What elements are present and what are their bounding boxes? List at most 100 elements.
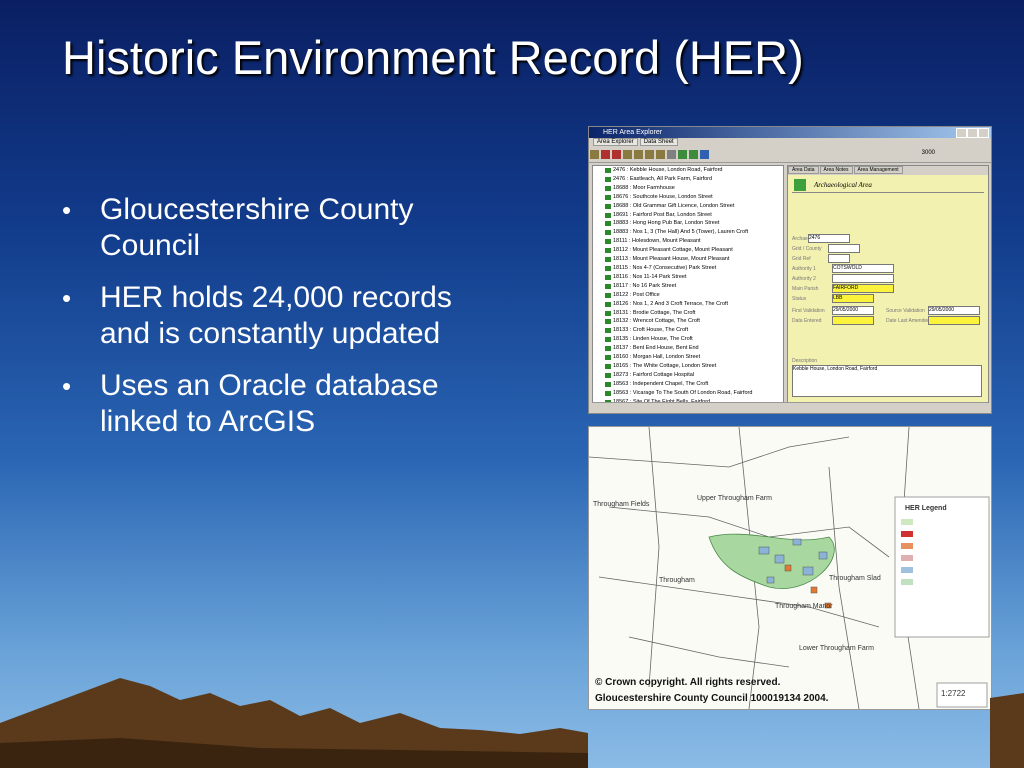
print-icon[interactable]	[656, 150, 665, 159]
bullet-dot-icon: •	[62, 283, 72, 313]
tree-item[interactable]: 2476 : Eastleach, All Park Farm, Fairfor…	[593, 175, 783, 184]
map-label: Througham Slad	[829, 575, 881, 582]
tree-item[interactable]: 18126 : Nos 1, 2 And 3 Croft Terrace, Th…	[593, 300, 783, 309]
bullet-dot-icon: •	[62, 195, 72, 225]
field-value[interactable]: COTSWOLD	[832, 264, 894, 273]
field-label: First Validation	[792, 308, 825, 314]
bullet-list: • Gloucestershire County Council • HER hol…	[62, 192, 462, 456]
tree-item[interactable]: 18131 : Brodie Cottage, The Croft	[593, 309, 783, 318]
her-explorer-window: HER Area Explorer Area Explorer Data Shee…	[588, 126, 992, 414]
slide: Historic Environment Record (HER) • Glouc…	[0, 0, 1024, 768]
tree-item[interactable]: 18883 : Nos 1, 3 (The Hall) And 5 (Tower…	[593, 228, 783, 237]
bullet-text: Gloucestershire County Council	[100, 193, 414, 262]
field-label: Grid / County	[792, 246, 822, 252]
field-label: Source Validation	[886, 308, 925, 314]
record-tree[interactable]: 2476 : Kebble House, London Road, Fairfo…	[592, 165, 784, 403]
tab-data-sheet[interactable]: Data Sheet	[639, 138, 678, 146]
open-icon[interactable]	[590, 150, 599, 159]
panel-header-title: Archaeological Area	[814, 181, 872, 189]
status-bar	[592, 402, 987, 412]
refresh-icon[interactable]	[678, 150, 687, 159]
field-value[interactable]	[928, 316, 980, 325]
bullet-item: • Gloucestershire County Council	[62, 192, 462, 264]
maximize-icon[interactable]	[967, 128, 978, 138]
filter-icon[interactable]	[689, 150, 698, 159]
tree-item[interactable]: 18165 : The White Cottage, London Street	[593, 362, 783, 371]
paste-icon[interactable]	[645, 150, 654, 159]
tree-item[interactable]: 18563 : Independent Chapel, The Croft	[593, 380, 783, 389]
tree-item[interactable]: 18137 : Bent End House, Bent End	[593, 344, 783, 353]
tree-item[interactable]: 18116 : Nos 11-14 Park Street	[593, 273, 783, 282]
field-label: Authority 1	[792, 266, 816, 272]
tab-area-data[interactable]: Area Data	[788, 166, 819, 174]
field-value[interactable]: 2476	[808, 234, 850, 243]
tree-item[interactable]: 18160 : Morgan Hall, London Street	[593, 353, 783, 362]
field-label: Date Last Amended	[886, 318, 930, 324]
map-label: Upper Througham Farm	[697, 495, 772, 502]
tree-item[interactable]: 18688 : Moor Farmhouse	[593, 184, 783, 193]
field-value[interactable]: 29/05/2000	[928, 306, 980, 315]
tree-item[interactable]: 18688 : Old Grammar Gift Licence, London…	[593, 202, 783, 211]
bullet-text: Uses an Oracle database linked to ArcGIS	[100, 369, 439, 438]
description-field[interactable]: Kebble House, London Road, Fairford	[792, 365, 982, 397]
field-value[interactable]: FAIRFORD	[832, 284, 894, 293]
map-label: Througham	[659, 577, 695, 584]
field-value[interactable]	[832, 316, 874, 325]
tree-item[interactable]: 18112 : Mount Pleasant Cottage, Mount Pl…	[593, 246, 783, 255]
tree-item[interactable]: 18111 : Holesdown, Mount Pleasant	[593, 237, 783, 246]
close-icon[interactable]	[978, 128, 989, 138]
tree-item[interactable]: 18115 : Nos 4-7 (Consecutive) Park Stree…	[593, 264, 783, 273]
field-label: Data Entered	[792, 318, 822, 324]
tree-item[interactable]: 18132 : Wrencot Cottage, The Croft	[593, 317, 783, 326]
tree-item[interactable]: 18691 : Fairford Post Bar, London Street	[593, 211, 783, 220]
tree-item[interactable]: 18133 : Croft House, The Croft	[593, 326, 783, 335]
field-label: Main Parish	[792, 286, 819, 292]
back-icon[interactable]	[601, 150, 610, 159]
bullet-item: • HER holds 24,000 records and is constan…	[62, 280, 462, 352]
toolbar: 3000	[589, 148, 991, 163]
tree-item[interactable]: 18135 : Linden House, The Croft	[593, 335, 783, 344]
record-count: 3000	[921, 150, 935, 156]
tree-item[interactable]: 18122 : Post Office	[593, 291, 783, 300]
field-value[interactable]	[828, 244, 860, 253]
tree-item[interactable]: 18563 : Vicarage To The South Of London …	[593, 389, 783, 398]
panel-tabs: Area Data Area Notes Area Management	[788, 166, 988, 175]
tree-item[interactable]: 18117 : No 16 Park Street	[593, 282, 783, 291]
description-label: Description	[792, 358, 818, 364]
forward-icon[interactable]	[612, 150, 621, 159]
area-icon	[794, 179, 806, 191]
field-value[interactable]: LBB	[832, 294, 874, 303]
record-detail-panel: Area Data Area Notes Area Management Archa…	[787, 165, 989, 403]
tree-item[interactable]: 18883 : Hong Hong Pub Bar, London Street	[593, 219, 783, 228]
mountain-silhouette	[0, 678, 1024, 768]
window-tabs: Area Explorer Data Sheet	[589, 138, 991, 148]
copy-icon[interactable]	[634, 150, 643, 159]
field-value[interactable]	[828, 254, 850, 263]
panel-header: Archaeological Area	[792, 178, 984, 193]
field-label: Authority 2	[792, 276, 816, 282]
window-titlebar: HER Area Explorer	[589, 127, 991, 138]
tree-item[interactable]: 18676 : Southcote House, London Street	[593, 193, 783, 202]
slide-title: Historic Environment Record (HER)	[62, 31, 804, 84]
bullet-item: • Uses an Oracle database linked to ArcGI…	[62, 368, 462, 440]
help-icon[interactable]	[700, 150, 709, 159]
bullet-dot-icon: •	[62, 371, 72, 401]
minimize-icon[interactable]	[956, 128, 967, 138]
field-label: Status	[792, 296, 807, 302]
field-value[interactable]: 29/05/2000	[832, 306, 874, 315]
tab-area-management[interactable]: Area Management	[853, 166, 903, 174]
map-label: Througham Fields	[593, 501, 650, 508]
bullet-text: HER holds 24,000 records and is constant…	[100, 281, 452, 350]
window-title: HER Area Explorer	[603, 129, 663, 136]
legend-title: HER Legend	[905, 505, 947, 512]
check-icon[interactable]	[667, 150, 676, 159]
tree-item[interactable]: 18273 : Fairford Cottage Hospital	[593, 371, 783, 380]
map-label: Througham Manor	[775, 603, 833, 610]
field-label: Grid Ref	[792, 256, 811, 262]
edit-icon[interactable]	[623, 150, 632, 159]
tab-area-notes[interactable]: Area Notes	[819, 166, 853, 174]
field-value[interactable]	[832, 274, 894, 283]
tree-item[interactable]: 18113 : Mount Pleasant House, Mount Plea…	[593, 255, 783, 264]
tab-area-explorer[interactable]: Area Explorer	[593, 138, 638, 146]
tree-item[interactable]: 2476 : Kebble House, London Road, Fairfo…	[593, 166, 783, 175]
